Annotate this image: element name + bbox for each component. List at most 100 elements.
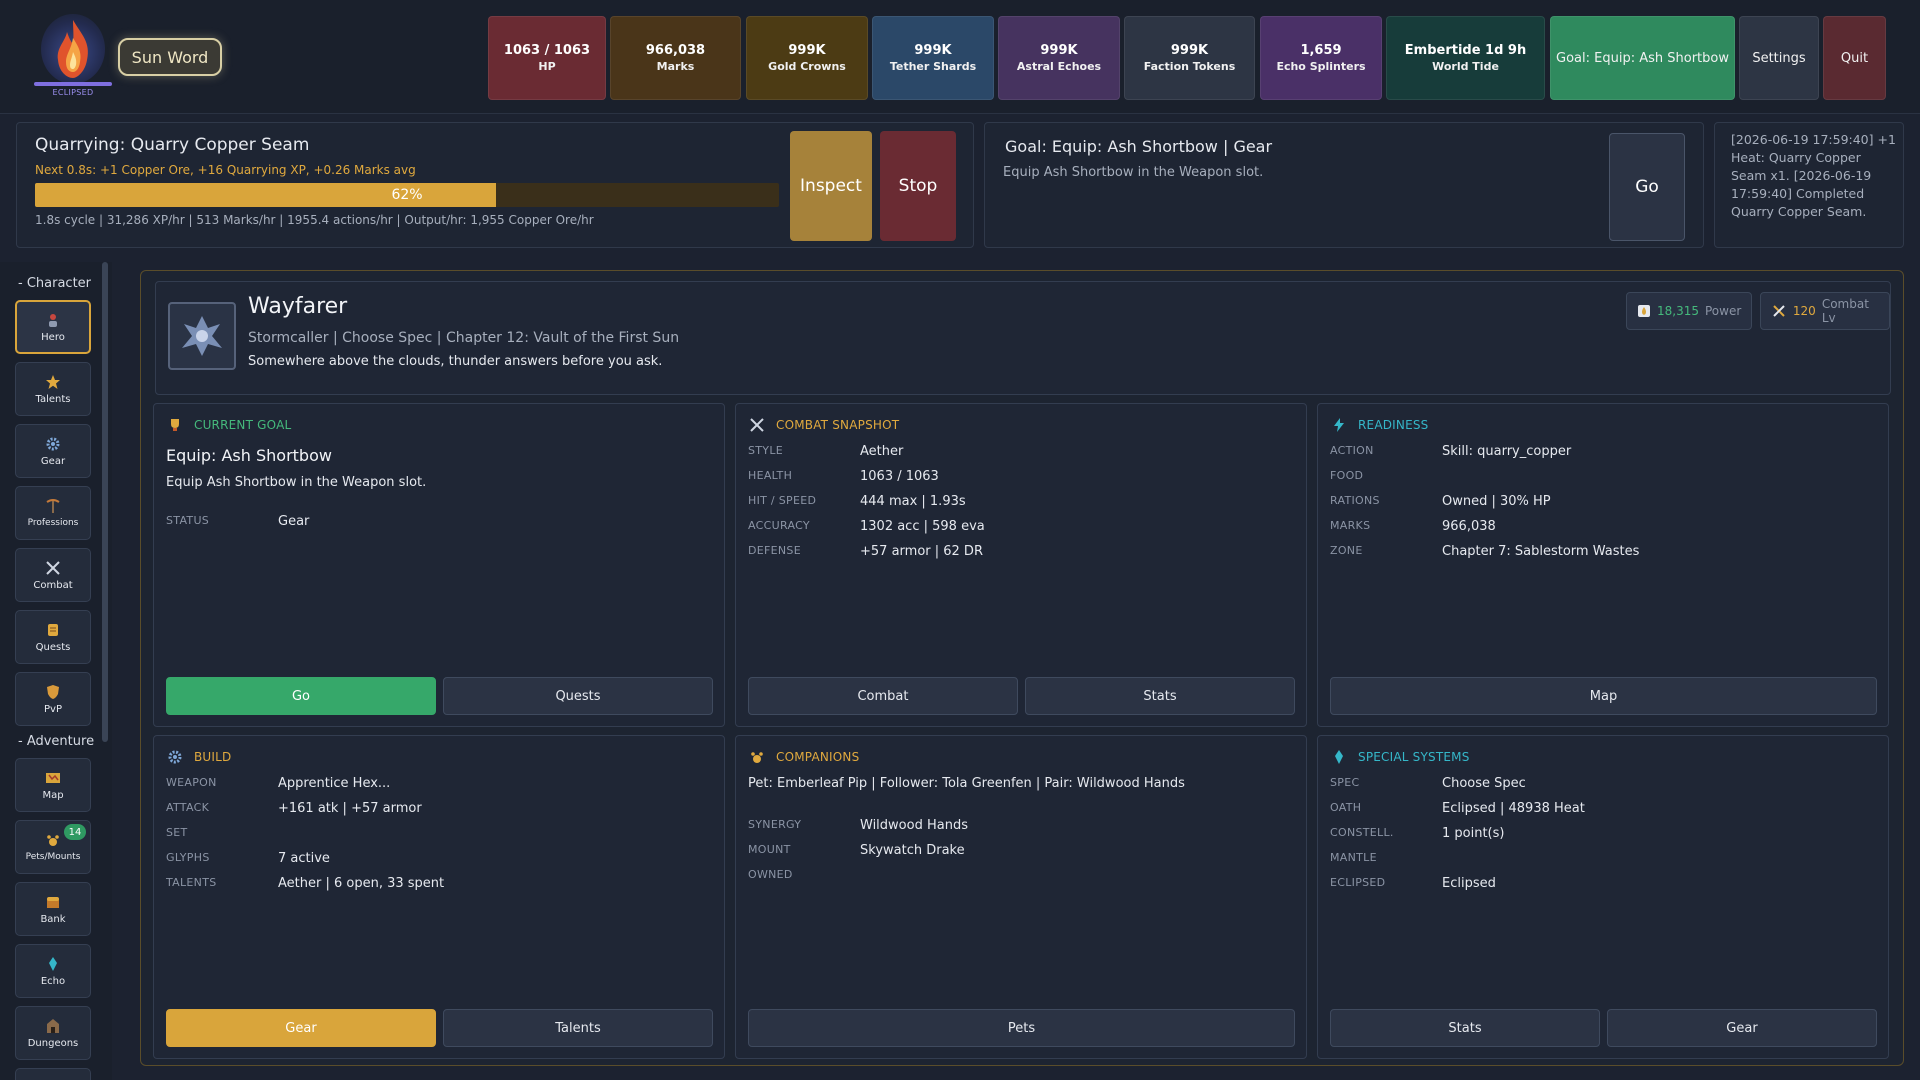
action-stats: 1.8s cycle | 31,286 XP/hr | 513 Marks/hr… <box>35 213 594 227</box>
trophy-icon <box>166 416 184 434</box>
row-value: 1 point(s) <box>1442 826 1505 841</box>
settings-button[interactable]: Settings <box>1739 16 1819 100</box>
sidebar-item-dungeons[interactable]: Dungeons <box>15 1006 91 1060</box>
flame-icon <box>41 14 105 84</box>
stat-label: Astral Echoes <box>1016 60 1102 73</box>
build-row-weapon: WEAPON Apprentice Hex... <box>166 776 706 796</box>
row-value: Eclipsed <box>1442 876 1496 891</box>
card-title: COMBAT SNAPSHOT <box>776 418 900 432</box>
readiness-card: READINESS ACTION Skill: quarry_copper FOO… <box>1317 403 1889 727</box>
sun-word-button[interactable]: Sun Word <box>118 38 222 76</box>
goal-go-card-button[interactable]: Go <box>166 677 436 715</box>
combat-row-defense: DEFENSE +57 armor | 62 DR <box>748 544 1288 564</box>
sidebar-item-label: Dungeons <box>27 1037 79 1049</box>
notification-badge: 14 <box>64 824 86 840</box>
goal-panel-desc: Equip Ash Shortbow in the Weapon slot. <box>1003 165 1264 180</box>
row-key: STYLE <box>748 444 783 457</box>
sidebar-item-talents[interactable]: Talents <box>15 362 91 416</box>
stat-gold-crowns[interactable]: 999K Gold Crowns <box>746 16 868 100</box>
special-row-oath: OATH Eclipsed | 48938 Heat <box>1330 801 1870 821</box>
pets-button[interactable]: Pets <box>748 1009 1295 1047</box>
stats-button[interactable]: Stats <box>1025 677 1295 715</box>
log-text: [2026-06-19 17:59:40] +1 Heat: Quarry Co… <box>1731 132 1896 219</box>
talents-button[interactable]: Talents <box>443 1009 713 1047</box>
avatar <box>168 302 236 370</box>
companions-row-synergy: SYNERGY Wildwood Hands <box>748 818 1288 838</box>
stat-astral-echoes[interactable]: 999K Astral Echoes <box>998 16 1120 100</box>
shield-icon <box>45 684 61 700</box>
sidebar-scrollbar[interactable] <box>102 262 108 742</box>
stat-tether-shards[interactable]: 999K Tether Shards <box>872 16 994 100</box>
special-gear-button[interactable]: Gear <box>1607 1009 1877 1047</box>
power-chip: 18,315 Power <box>1626 292 1752 330</box>
sidebar-item-hero[interactable]: Hero <box>15 300 91 354</box>
companions-row-mount: MOUNT Skywatch Drake <box>748 843 1288 863</box>
goal-button[interactable]: Goal: Equip: Ash Shortbow <box>1550 16 1735 100</box>
stat-label: World Tide <box>1432 60 1499 73</box>
sidebar-item-map[interactable]: Map <box>15 758 91 812</box>
activity-log: [2026-06-19 17:59:40] +1 Heat: Quarry Co… <box>1714 122 1904 248</box>
row-key: HEALTH <box>748 469 793 482</box>
card-title: CURRENT GOAL <box>194 418 292 432</box>
special-row-mantle: MANTLE <box>1330 851 1870 871</box>
special-systems-card: SPECIAL SYSTEMS SPEC Choose Spec OATH Ecli… <box>1317 735 1889 1059</box>
sidebar-item-quests[interactable]: Quests <box>15 610 91 664</box>
row-value: 1302 acc | 598 eva <box>860 519 985 534</box>
current-goal-card: CURRENT GOAL Equip: Ash Shortbow Equip A… <box>153 403 725 727</box>
combat-button[interactable]: Combat <box>748 677 1018 715</box>
paw-icon <box>45 832 61 848</box>
companions-summary: Pet: Emberleaf Pip | Follower: Tola Gree… <box>748 776 1185 791</box>
sidebar-item-more[interactable] <box>15 1068 91 1080</box>
sidebar-item-label: Quests <box>35 641 71 653</box>
stat-world-tide[interactable]: Embertide 1d 9h World Tide <box>1386 16 1545 100</box>
goal-panel-title: Goal: Equip: Ash Shortbow | Gear <box>1005 137 1273 156</box>
power-value: 18,315 <box>1657 304 1699 318</box>
row-value: 1063 / 1063 <box>860 469 939 484</box>
combat-row-health: HEALTH 1063 / 1063 <box>748 469 1288 489</box>
stat-value: 999K <box>788 43 826 58</box>
sidebar-item-bank[interactable]: Bank <box>15 882 91 936</box>
sidebar-item-pets-mounts[interactable]: Pets/Mounts 14 <box>15 820 91 874</box>
sidebar-item-pvp[interactable]: PvP <box>15 672 91 726</box>
special-stats-button[interactable]: Stats <box>1330 1009 1600 1047</box>
map-button[interactable]: Map <box>1330 677 1877 715</box>
row-value: Wildwood Hands <box>860 818 968 833</box>
sidebar-item-echo[interactable]: Echo <box>15 944 91 998</box>
quit-button[interactable]: Quit <box>1823 16 1886 100</box>
stat-value: 966,038 <box>645 43 706 58</box>
inspect-button[interactable]: Inspect <box>790 131 872 241</box>
sidebar-section-character[interactable]: - Character <box>18 276 91 291</box>
map-icon <box>45 770 61 786</box>
sidebar-item-combat[interactable]: Combat <box>15 548 91 602</box>
sidebar-section-adventure[interactable]: - Adventure <box>18 734 94 749</box>
crossed-swords-icon <box>45 560 61 576</box>
quests-button[interactable]: Quests <box>443 677 713 715</box>
row-value: 7 active <box>278 851 330 866</box>
gear-button[interactable]: Gear <box>166 1009 436 1047</box>
row-key: OATH <box>1330 801 1362 814</box>
row-value: Chapter 7: Sablestorm Wastes <box>1442 544 1640 559</box>
row-key: SPEC <box>1330 776 1360 789</box>
goal-go-button[interactable]: Go <box>1609 133 1685 241</box>
game-logo: ECLIPSED <box>34 14 112 100</box>
goal-title: Equip: Ash Shortbow <box>166 446 332 465</box>
stat-echo-splinters[interactable]: 1,659 Echo Splinters <box>1260 16 1382 100</box>
stat-label: Marks <box>656 60 695 73</box>
sidebar-item-gear[interactable]: Gear <box>15 424 91 478</box>
stat-faction-tokens[interactable]: 999K Faction Tokens <box>1124 16 1255 100</box>
combat-snapshot-card: COMBAT SNAPSHOT STYLE Aether HEALTH 1063 /… <box>735 403 1307 727</box>
row-value: Aether | 6 open, 33 spent <box>278 876 445 891</box>
stat-value: 999K <box>1040 43 1078 58</box>
sidebar-item-professions[interactable]: Professions <box>15 486 91 540</box>
companions-card: COMPANIONS Pet: Emberleaf Pip | Follower… <box>735 735 1307 1059</box>
row-key: MANTLE <box>1330 851 1377 864</box>
readiness-row-marks: MARKS 966,038 <box>1330 519 1870 539</box>
stat-marks[interactable]: 966,038 Marks <box>610 16 741 100</box>
build-row-talents: TALENTS Aether | 6 open, 33 spent <box>166 876 706 896</box>
row-value: Owned | 30% HP <box>1442 494 1551 509</box>
stop-button[interactable]: Stop <box>880 131 956 241</box>
eclipse-label: ECLIPSED <box>52 88 94 97</box>
stat-hp[interactable]: 1063 / 1063 HP <box>488 16 606 100</box>
pickaxe-icon <box>45 498 61 514</box>
sidebar-item-label: PvP <box>44 703 62 715</box>
